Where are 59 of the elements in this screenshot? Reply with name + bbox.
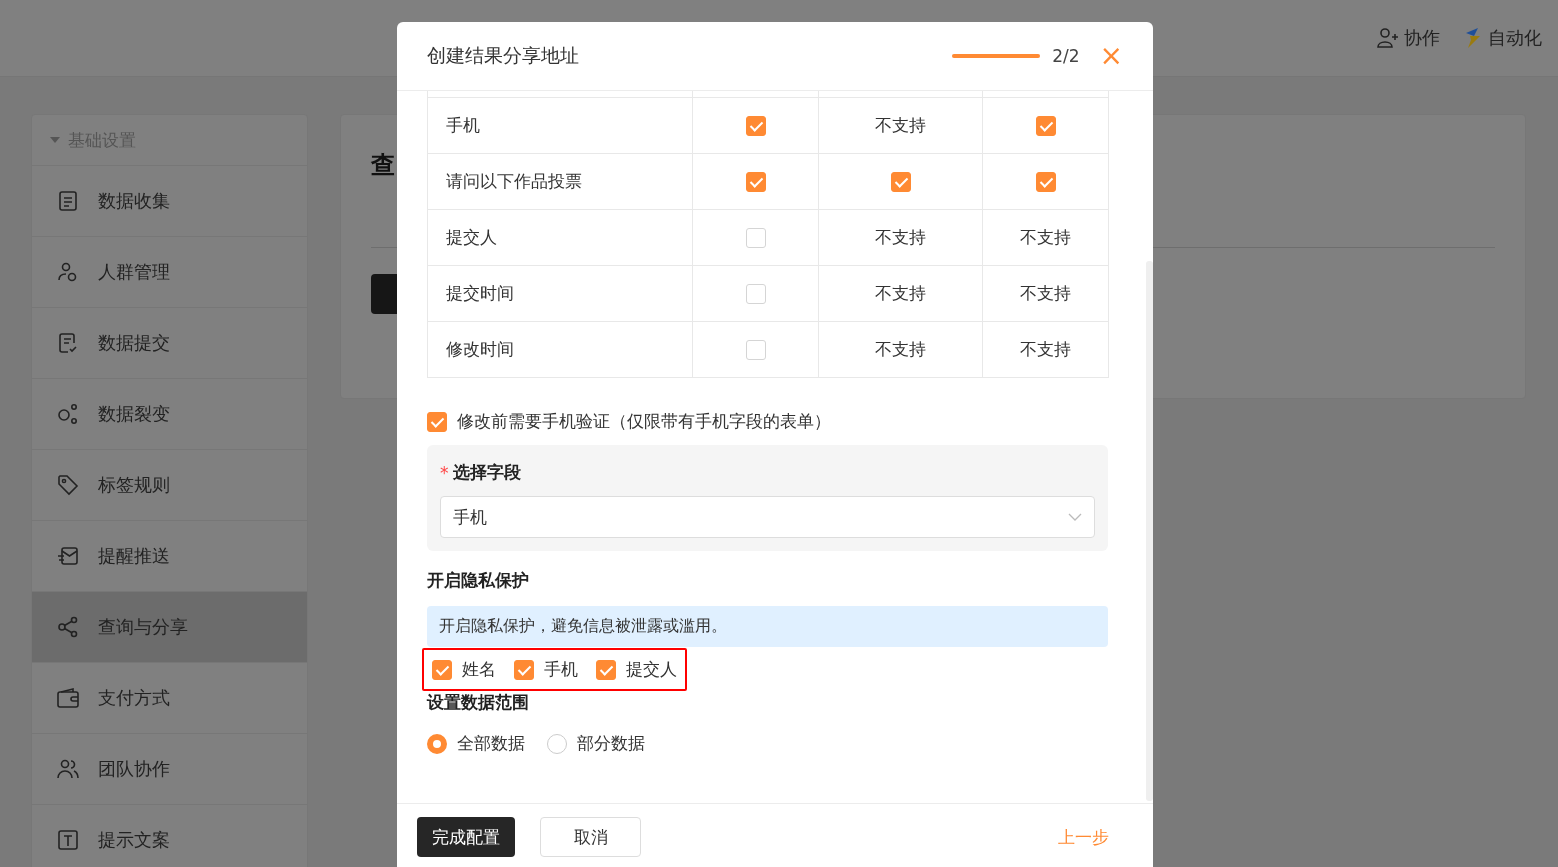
checkbox[interactable] (890, 172, 911, 192)
checkbox[interactable] (427, 411, 447, 432)
envelope-icon (56, 544, 80, 568)
field-name: 请问以下作品投票 (427, 153, 693, 210)
sidebar-item[interactable]: 查询与分享 (32, 592, 307, 663)
people-icon (56, 757, 80, 781)
step-counter: 2/2 (1052, 46, 1080, 66)
checkbox-label: 修改前需要手机验证（仅限带有手机字段的表单） (457, 410, 831, 433)
checkbox-label: 姓名 (462, 658, 496, 681)
checkbox[interactable] (1035, 116, 1056, 136)
checkbox[interactable] (1035, 172, 1056, 192)
checkbox[interactable] (596, 659, 616, 680)
checkbox[interactable] (432, 659, 452, 680)
previous-step-link[interactable]: 上一步 (1058, 825, 1109, 849)
checkbox[interactable] (745, 116, 766, 136)
field-name: 提交人 (427, 209, 693, 266)
chevron-down-icon (1068, 513, 1082, 521)
document-check-icon (56, 331, 80, 355)
required-mark: * (440, 462, 449, 483)
checkbox[interactable] (745, 172, 766, 192)
field-label: 选择字段 (452, 461, 521, 484)
automation-button[interactable]: 自动化 (1464, 26, 1542, 50)
checkbox[interactable] (745, 340, 766, 360)
unsupported-label: 不支持 (875, 283, 926, 303)
unsupported-label: 不支持 (1020, 227, 1071, 247)
unsupported-label: 不支持 (1020, 283, 1071, 303)
collaborate-button[interactable]: 协作 (1376, 26, 1440, 50)
checkbox[interactable] (745, 228, 766, 248)
circles-icon (56, 402, 80, 426)
wallet-icon (56, 686, 80, 710)
unsupported-label: 不支持 (1020, 339, 1071, 359)
info-notice: 开启隐私保护，避免信息被泄露或滥用。 (427, 606, 1108, 647)
section-heading: 开启隐私保护 (427, 569, 530, 592)
checkbox[interactable] (745, 284, 766, 304)
person-add-icon (1376, 27, 1400, 49)
caret-icon (50, 136, 60, 144)
unsupported-label: 不支持 (875, 227, 926, 247)
unsupported-label: 不支持 (875, 339, 926, 359)
tag-icon (56, 473, 80, 497)
share-icon (56, 615, 80, 639)
field-name: 提交时间 (427, 265, 693, 322)
radio-label: 全部数据 (457, 732, 525, 755)
finish-button[interactable]: 完成配置 (417, 817, 515, 857)
text-box-icon (56, 828, 80, 852)
field-select[interactable]: 手机 (440, 496, 1095, 538)
section-heading: 设置数据范围 (427, 691, 530, 714)
radio-button[interactable] (427, 733, 447, 754)
unsupported-label: 不支持 (875, 115, 926, 135)
checkbox-label: 手机 (544, 658, 578, 681)
radio-button[interactable] (547, 733, 567, 754)
field-name: 手机 (427, 97, 693, 154)
checkbox[interactable] (514, 659, 534, 680)
close-button[interactable]: × (1099, 42, 1123, 70)
document-icon (56, 189, 80, 213)
radio-label: 部分数据 (577, 732, 645, 755)
field-name: 修改时间 (427, 321, 693, 378)
checkbox-label: 提交人 (626, 658, 677, 681)
dialog-title: 创建结果分享地址 (427, 43, 580, 68)
cancel-button[interactable]: 取消 (540, 817, 641, 857)
